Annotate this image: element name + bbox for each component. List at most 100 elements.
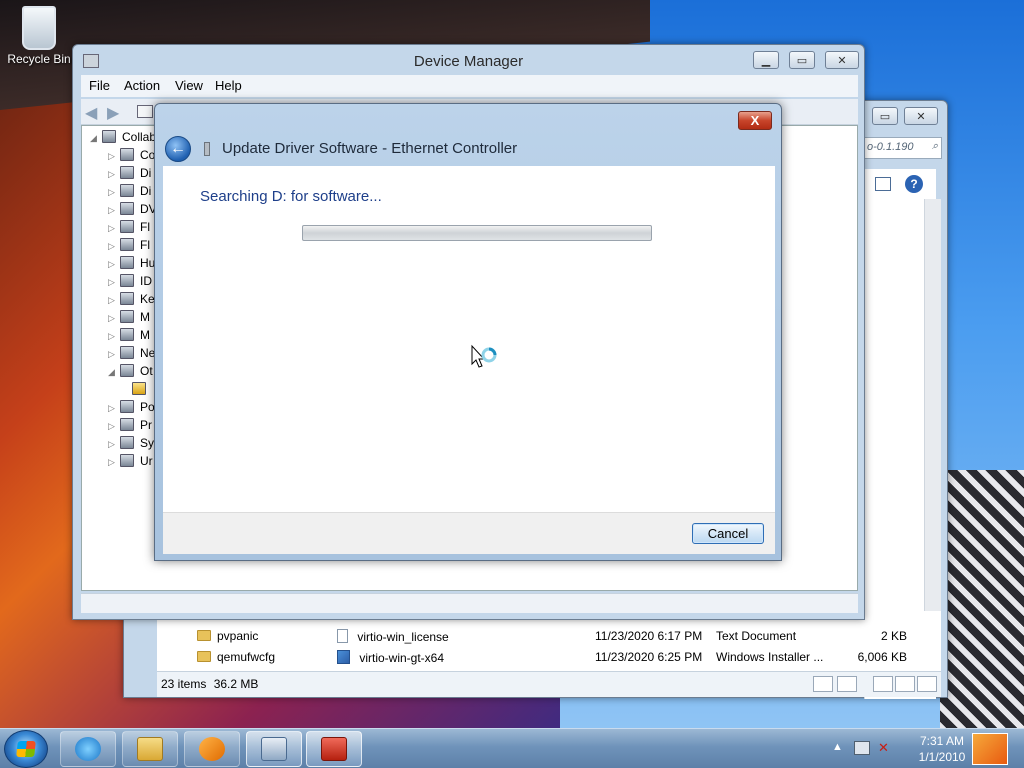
- expand-icon[interactable]: ▷: [108, 403, 116, 414]
- thumbnail-view-icon[interactable]: [837, 676, 857, 692]
- tree-root[interactable]: ◢ Collab: [90, 130, 156, 148]
- internet-explorer-icon: [75, 737, 101, 761]
- expand-icon[interactable]: ▷: [108, 151, 116, 162]
- file-date: 11/23/2020 6:17 PM: [595, 629, 703, 643]
- expand-icon[interactable]: ▷: [108, 259, 116, 270]
- close-button[interactable]: ✕: [825, 51, 859, 69]
- taskbar-toolbox[interactable]: [306, 731, 362, 767]
- start-button[interactable]: [4, 730, 48, 768]
- device-category-icon: [120, 238, 134, 251]
- expand-icon[interactable]: ▷: [108, 421, 116, 432]
- tree-item-label: M: [140, 328, 150, 342]
- explorer-maximize-button[interactable]: ▭: [872, 107, 898, 125]
- dialog-content: Searching D: for software...: [163, 166, 775, 512]
- tree-item[interactable]: ▷ Fl: [108, 238, 150, 256]
- expand-icon[interactable]: ▷: [108, 295, 116, 306]
- close-icon: X: [750, 113, 760, 128]
- minimize-button[interactable]: ▁: [753, 51, 779, 69]
- taskbar-internet-explorer[interactable]: [60, 731, 116, 767]
- expand-icon[interactable]: ▷: [108, 277, 116, 288]
- tree-item[interactable]: ▷ Ur: [108, 454, 153, 472]
- tree-item[interactable]: ▷ Fl: [108, 220, 150, 238]
- forward-arrow-icon[interactable]: ▶: [107, 103, 119, 123]
- properties-icon[interactable]: [137, 105, 153, 118]
- tree-item[interactable]: ▷ Di: [108, 166, 151, 184]
- clock[interactable]: 7:31 AM 1/1/2010: [902, 733, 982, 765]
- show-desktop-button[interactable]: [972, 733, 1008, 765]
- tree-item[interactable]: ▷ Po: [108, 400, 155, 418]
- device-category-icon: [120, 418, 134, 431]
- layout-view-icon[interactable]: [873, 676, 893, 692]
- tree-item[interactable]: ▷ Co: [108, 148, 155, 166]
- tree-item[interactable]: ▷ DV: [108, 202, 157, 220]
- usb-device-icon: [204, 142, 210, 156]
- tree-item-expanded[interactable]: ◢ Ot: [108, 364, 153, 382]
- expand-icon[interactable]: ▷: [108, 223, 116, 234]
- tree-item-pvpanic[interactable]: pvpanic: [197, 629, 258, 649]
- device-category-icon: [120, 274, 134, 287]
- taskbar-media-player[interactable]: [184, 731, 240, 767]
- tree-item[interactable]: ▷ M: [108, 328, 150, 346]
- tree-item[interactable]: ▷ M: [108, 310, 150, 328]
- expand-icon[interactable]: ▷: [108, 241, 116, 252]
- menu-file[interactable]: File: [89, 78, 110, 93]
- expand-icon[interactable]: ▷: [108, 205, 116, 216]
- clock-date: 1/1/2010: [918, 750, 966, 764]
- dialog-header: ← Update Driver Software - Ethernet Cont…: [161, 132, 775, 166]
- preview-view-icon[interactable]: [895, 676, 915, 692]
- file-size: 2 KB: [880, 629, 907, 643]
- volume-muted-icon[interactable]: ✕: [878, 740, 889, 756]
- device-category-icon: [120, 400, 134, 413]
- menu-action[interactable]: Action: [124, 78, 160, 93]
- explorer-close-button[interactable]: ✕: [904, 107, 938, 125]
- menu-view[interactable]: View: [175, 78, 203, 93]
- expand-icon[interactable]: ▷: [108, 349, 116, 360]
- device-category-icon: [120, 328, 134, 341]
- expand-icon[interactable]: ▷: [108, 457, 116, 468]
- tree-item[interactable]: ▷ Ke: [108, 292, 155, 310]
- tree-item[interactable]: ▷ ID: [108, 274, 152, 292]
- tree-item[interactable]: ▷ Ne: [108, 346, 155, 364]
- expand-icon[interactable]: ▷: [108, 169, 116, 180]
- tree-item-label: Fl: [140, 220, 150, 234]
- toolbox-icon: [321, 737, 347, 761]
- desktop-structure: [940, 470, 1024, 728]
- tree-item-unknown-device[interactable]: [132, 382, 152, 400]
- collapse-icon[interactable]: ◢: [90, 133, 98, 144]
- expand-icon[interactable]: ▷: [108, 439, 116, 450]
- help-icon[interactable]: ?: [905, 175, 923, 193]
- update-driver-dialog[interactable]: X ← Update Driver Software - Ethernet Co…: [154, 103, 782, 561]
- back-button[interactable]: ←: [165, 136, 191, 162]
- tree-item-qemufwcfg[interactable]: qemufwcfg: [197, 650, 275, 670]
- dialog-close-button[interactable]: X: [738, 111, 772, 130]
- tree-item[interactable]: ▷ Pr: [108, 418, 152, 436]
- tree-item[interactable]: ▷ Hu: [108, 256, 155, 274]
- file-row[interactable]: virtio-win_license 11/23/2020 6:17 PM Te…: [337, 629, 937, 649]
- collapse-icon[interactable]: ◢: [108, 367, 116, 378]
- tree-item-label: Pr: [140, 418, 152, 432]
- expand-icon[interactable]: ▷: [108, 331, 116, 342]
- explorer-search-input[interactable]: o-0.1.190 ⌕: [862, 137, 942, 159]
- explorer-scrollbar[interactable]: [924, 199, 941, 669]
- details-view-icon[interactable]: [813, 676, 833, 692]
- network-icon[interactable]: [854, 741, 870, 755]
- expand-icon[interactable]: ▷: [108, 187, 116, 198]
- taskbar-device-manager[interactable]: [246, 731, 302, 767]
- show-hidden-icons-icon[interactable]: ▲: [832, 741, 843, 753]
- split-view-icon[interactable]: [917, 676, 937, 692]
- file-row[interactable]: virtio-win-gt-x64 11/23/2020 6:25 PM Win…: [337, 650, 937, 670]
- tree-item[interactable]: ▷ Di: [108, 184, 151, 202]
- menu-help[interactable]: Help: [215, 78, 242, 93]
- preview-pane-icon[interactable]: [875, 177, 891, 191]
- file-size: 6,006 KB: [857, 650, 907, 664]
- maximize-button[interactable]: ▭: [789, 51, 815, 69]
- recycle-bin-shortcut[interactable]: Recycle Bin: [6, 6, 72, 66]
- tree-item-label: Ke: [140, 292, 155, 306]
- cancel-button[interactable]: Cancel: [692, 523, 764, 544]
- tree-item[interactable]: ▷ Sy: [108, 436, 154, 454]
- taskbar-windows-explorer[interactable]: [122, 731, 178, 767]
- recycle-bin-icon: [22, 6, 56, 50]
- back-arrow-icon[interactable]: ◀: [85, 103, 97, 123]
- tree-item-label: pvpanic: [217, 629, 259, 643]
- expand-icon[interactable]: ▷: [108, 313, 116, 324]
